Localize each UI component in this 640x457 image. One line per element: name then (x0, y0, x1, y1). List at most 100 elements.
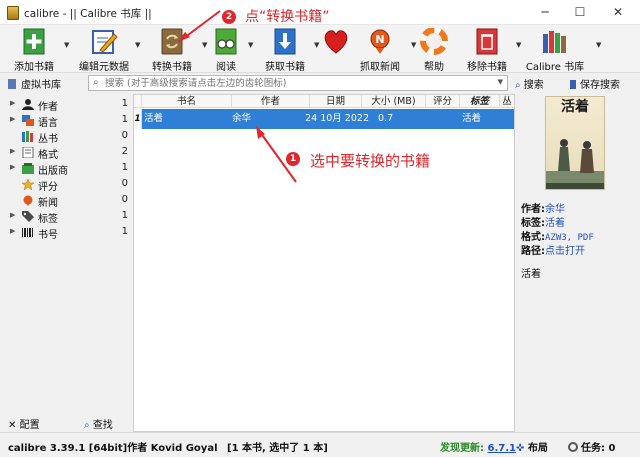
library-books-icon (543, 31, 566, 53)
view-label: 阅读 (216, 62, 236, 73)
series-icon (22, 131, 33, 142)
configure-button[interactable]: ✕ 配置 (8, 416, 40, 431)
detail-path-label: 路径: (521, 246, 545, 257)
chevron-down-icon: ▼ (248, 41, 254, 49)
edit-metadata-label: 编辑元数据 (79, 62, 129, 73)
search-icon: ⌕ (84, 420, 90, 431)
cover-title: 活着 (561, 99, 589, 115)
tag-browser-count: 1 (121, 98, 128, 109)
path-link[interactable]: 点击打开 (545, 246, 585, 257)
maximize-button[interactable]: ☐ (565, 4, 595, 20)
search-input[interactable] (105, 77, 485, 89)
view-dropdown[interactable]: ▼ (244, 25, 254, 73)
status-text: calibre 3.39.1 [64bit]作者 Kovid Goyal [1 … (8, 439, 328, 454)
tag-browser-item-identifiers[interactable]: ▶ 书号 1 (4, 225, 132, 241)
search-icon: ⌕ (93, 77, 99, 88)
tag-browser-label: 语言 (38, 118, 58, 129)
detail-comments: 活着 (521, 269, 541, 280)
cell-rating (428, 109, 458, 129)
remove-books-dropdown[interactable]: ▼ (512, 25, 521, 73)
chevron-right-icon[interactable]: ▶ (10, 99, 15, 107)
help-button[interactable]: 帮助 (416, 25, 452, 73)
jobs-indicator[interactable]: 任务: 0 (568, 439, 615, 454)
main-toolbar: 添加书籍 ▼ 编辑元数据 ▼ 转换书籍 ▼ 阅读 ▼ 获取书籍 ▼ N 抓取新闻… (0, 25, 640, 73)
fetch-news-dropdown[interactable]: ▼ (407, 25, 416, 73)
column-header-date[interactable]: 日期 (310, 95, 362, 108)
tag-browser-item-formats[interactable]: ▶ 格式 2 (4, 145, 132, 161)
chevron-down-icon: ▼ (135, 41, 141, 49)
chevron-right-icon[interactable]: ▶ (10, 147, 15, 155)
library-dropdown[interactable]: ▼ (592, 25, 602, 73)
find-button[interactable]: ⌕ 查找 (84, 416, 113, 431)
remove-books-button[interactable]: 移除书籍 (460, 25, 514, 73)
tag-browser-item-authors[interactable]: ▶ 作者 1 (4, 97, 132, 113)
search-button-label: 搜索 (523, 80, 544, 91)
column-header-tags[interactable]: 标签 (460, 95, 500, 108)
find-label: 查找 (92, 420, 113, 431)
detail-path: 路径:点击打开 (521, 242, 585, 257)
chevron-right-icon[interactable]: ▶ (10, 115, 15, 123)
fetch-news-label: 抓取新闻 (360, 62, 400, 73)
tag-browser-count: 0 (121, 178, 128, 189)
tag-browser-count: 0 (121, 194, 128, 205)
close-button[interactable]: ✕ (603, 4, 633, 20)
minimize-button[interactable]: ─ (530, 4, 560, 20)
chevron-down-icon: ▼ (596, 41, 602, 49)
search-button[interactable]: ⌕ 搜索 (515, 76, 544, 91)
search-row: 虚拟书库 ⌕ ▼ ⌕ 搜索 保存搜索 (0, 73, 640, 93)
tag-browser-item-languages[interactable]: ▶ 语言 1 (4, 113, 132, 129)
book-cover[interactable]: 活着 (545, 96, 605, 190)
step-2-badge: 2 (222, 10, 236, 24)
book-list: 书名 作者 日期 大小 (MB) 评分 标签 丛 1 活着 余华 24 10月 … (133, 94, 515, 432)
news-icon (23, 195, 33, 206)
column-header-size[interactable]: 大小 (MB) (362, 95, 426, 108)
fetch-news-button[interactable]: N 抓取新闻 (352, 25, 408, 73)
bookmark-icon (570, 80, 576, 89)
column-header-title[interactable]: 书名 (142, 95, 232, 108)
tag-browser-item-news[interactable]: 新闻 0 (4, 193, 132, 209)
layout-label: 布局 (527, 443, 548, 454)
jobs-spinner-icon (568, 442, 578, 452)
tag-browser-label: 新闻 (38, 198, 58, 209)
virtual-library-button[interactable]: 虚拟书库 (8, 76, 61, 91)
tag-browser-count: 1 (121, 210, 128, 221)
calibre-app-icon (7, 6, 19, 20)
update-label: 发现更新: (440, 443, 484, 454)
star-icon (22, 179, 34, 190)
get-books-button[interactable]: 获取书籍 (258, 25, 312, 73)
column-header-author[interactable]: 作者 (232, 95, 310, 108)
add-books-button[interactable]: 添加书籍 (4, 25, 64, 73)
tag-browser-item-rating[interactable]: 评分 0 (4, 177, 132, 193)
edit-metadata-button[interactable]: 编辑元数据 (74, 25, 134, 73)
row-index[interactable]: 1 (134, 109, 142, 129)
tag-browser-item-series[interactable]: 丛书 0 (4, 129, 132, 145)
layout-button[interactable]: ✜ 布局 (516, 439, 548, 454)
table-row[interactable]: 活着 余华 24 10月 2022 0.7 活着 (142, 109, 514, 129)
saved-search-button[interactable]: 保存搜索 (570, 76, 620, 91)
chevron-right-icon[interactable]: ▶ (10, 227, 15, 235)
add-books-dropdown[interactable]: ▼ (60, 25, 69, 73)
library-button[interactable]: Calibre 书库 (522, 25, 588, 73)
edit-metadata-dropdown[interactable]: ▼ (131, 25, 141, 73)
status-version: calibre 3.39.1 [64bit]作者 Kovid Goyal (8, 443, 218, 454)
donate-button[interactable] (318, 25, 354, 73)
person-icon (22, 99, 34, 110)
tag-browser-count: 2 (121, 146, 128, 157)
tag-browser-item-tags[interactable]: ▶ 标签 1 (4, 209, 132, 225)
chevron-right-icon[interactable]: ▶ (10, 163, 15, 171)
column-header-series[interactable]: 丛 (500, 95, 514, 108)
library-label: Calibre 书库 (525, 62, 585, 73)
update-notice[interactable]: 发现更新: 6.7.1 (440, 439, 516, 454)
chevron-right-icon[interactable]: ▶ (10, 211, 15, 219)
get-books-label: 获取书籍 (265, 62, 305, 73)
search-field[interactable]: ⌕ ▼ (88, 75, 508, 91)
update-version-link[interactable]: 6.7.1 (487, 443, 515, 454)
get-books-dropdown[interactable]: ▼ (310, 25, 319, 73)
search-history-chevron-icon[interactable]: ▼ (498, 78, 503, 86)
tag-browser-item-publishers[interactable]: ▶ 出版商 1 (4, 161, 132, 177)
column-header-rating[interactable]: 评分 (426, 95, 460, 108)
virtual-library-label: 虚拟书库 (21, 80, 61, 91)
step-1-badge: 1 (286, 152, 300, 166)
tag-browser-label: 格式 (38, 150, 58, 161)
trash-icon (476, 28, 498, 55)
